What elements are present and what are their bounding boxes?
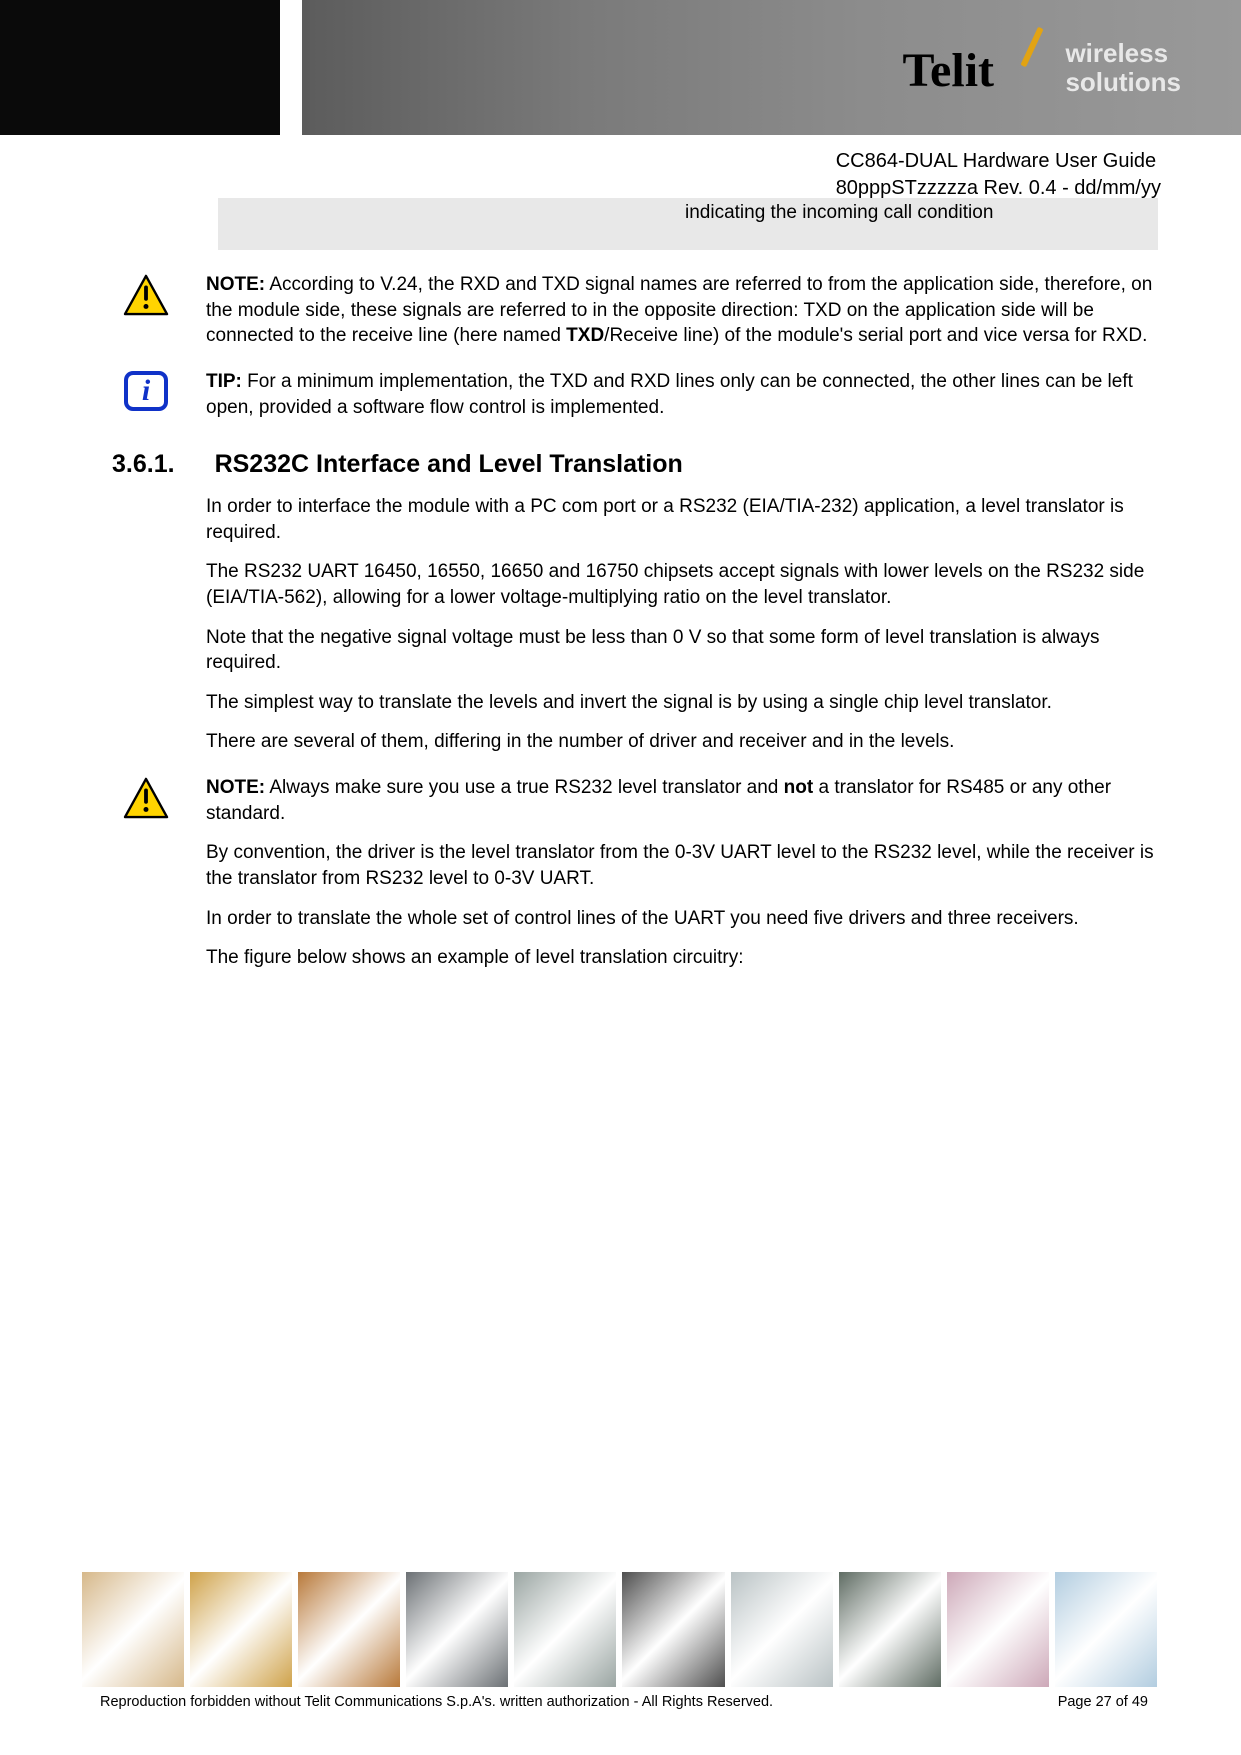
warning-icon xyxy=(123,777,169,827)
banner-tile xyxy=(1055,1572,1157,1687)
header-band: Telit wireless solutions xyxy=(0,0,1241,135)
paragraph: The simplest way to translate the levels… xyxy=(206,690,1160,716)
note-label: NOTE: xyxy=(206,777,265,798)
telit-logo: Telit xyxy=(902,28,1047,108)
section-number: 3.6.1. xyxy=(112,448,175,482)
paragraph: In order to interface the module with a … xyxy=(206,494,1160,545)
banner-tile xyxy=(298,1572,400,1687)
paragraph: The figure below shows an example of lev… xyxy=(206,945,1160,971)
banner-tile xyxy=(514,1572,616,1687)
banner-tile xyxy=(406,1572,508,1687)
doc-title: CC864-DUAL Hardware User Guide xyxy=(836,148,1161,175)
header-grey-block: Telit wireless solutions xyxy=(302,0,1241,135)
paragraph: The RS232 UART 16450, 16550, 16650 and 1… xyxy=(206,559,1160,610)
paragraph: Note that the negative signal voltage mu… xyxy=(206,625,1160,676)
note-block: NOTE: According to V.24, the RXD and TXD… xyxy=(112,272,1160,363)
note-label: NOTE: xyxy=(206,274,265,295)
table-cell xyxy=(218,198,290,250)
tagline-line1: wireless xyxy=(1065,39,1181,68)
table-cell xyxy=(402,198,537,250)
page-number: Page 27 of 49 xyxy=(1058,1693,1148,1713)
footer-image-banner xyxy=(82,1572,1157,1687)
paragraph: In order to translate the whole set of c… xyxy=(206,906,1160,932)
note-text: NOTE: Always make sure you use a true RS… xyxy=(206,775,1160,826)
info-icon: i xyxy=(124,371,168,411)
banner-tile xyxy=(622,1572,724,1687)
footer: Reproduction forbidden without Telit Com… xyxy=(100,1693,1148,1713)
paragraph: There are several of them, differing in … xyxy=(206,729,1160,755)
brand-tagline: wireless solutions xyxy=(1065,39,1181,96)
brand-name: Telit xyxy=(902,39,994,104)
table-cell-text: indicating the incoming call condition xyxy=(677,198,1158,250)
table-cell xyxy=(537,198,677,250)
note-block: NOTE: Always make sure you use a true RS… xyxy=(112,775,1160,985)
tip-block: i TIP: For a minimum implementation, the… xyxy=(112,369,1160,434)
tip-label: TIP: xyxy=(206,371,242,392)
header-gap xyxy=(280,0,302,135)
tip-text: TIP: For a minimum implementation, the T… xyxy=(206,369,1160,420)
table-cell xyxy=(290,198,402,250)
note-text: NOTE: According to V.24, the RXD and TXD… xyxy=(206,272,1160,349)
table-row-fragment: indicating the incoming call condition xyxy=(218,198,1158,250)
banner-tile xyxy=(731,1572,833,1687)
doc-title-block: CC864-DUAL Hardware User Guide 80pppSTzz… xyxy=(836,148,1161,202)
banner-tile xyxy=(947,1572,1049,1687)
banner-tile xyxy=(839,1572,941,1687)
logo-accent xyxy=(1021,26,1044,67)
paragraph: By convention, the driver is the level t… xyxy=(206,840,1160,891)
banner-tile xyxy=(190,1572,292,1687)
section-heading: 3.6.1. RS232C Interface and Level Transl… xyxy=(112,448,1160,482)
banner-tile xyxy=(82,1572,184,1687)
tagline-line2: solutions xyxy=(1065,68,1181,97)
section-title: RS232C Interface and Level Translation xyxy=(215,448,683,482)
warning-icon xyxy=(123,274,169,324)
header-dark-block xyxy=(0,0,280,135)
main-content: NOTE: According to V.24, the RXD and TXD… xyxy=(112,272,1160,991)
copyright-text: Reproduction forbidden without Telit Com… xyxy=(100,1693,773,1713)
